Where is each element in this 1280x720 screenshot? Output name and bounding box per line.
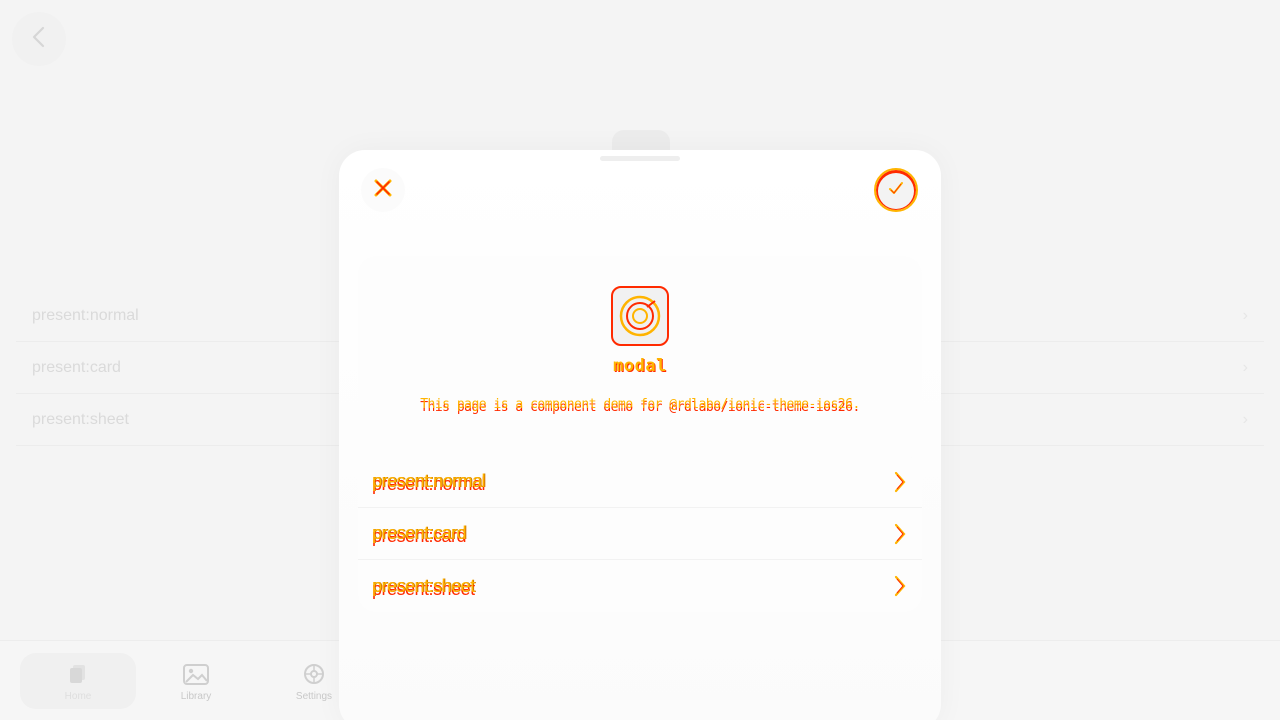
chevron-right-icon	[892, 522, 908, 546]
intro-card: modal This page is a component demo for …	[358, 256, 922, 436]
tab-label: Library	[180, 690, 212, 702]
close-button[interactable]	[361, 168, 405, 212]
chevron-right-icon: ›	[1242, 358, 1248, 376]
list-item-label: present:sheet	[32, 410, 129, 428]
modal-sheet: modal This page is a component demo for …	[339, 150, 941, 720]
confirm-button[interactable]	[874, 168, 918, 212]
checkmark-icon	[887, 179, 905, 202]
list-item-label: present:card	[372, 523, 467, 543]
modal-header	[339, 150, 941, 230]
tab-label: Settings	[295, 690, 333, 702]
modal-title: modal	[613, 356, 667, 376]
app-logo-icon	[611, 286, 669, 346]
back-button[interactable]	[12, 12, 66, 66]
image-icon	[183, 661, 209, 687]
tab-label: Home	[64, 690, 92, 702]
list-item-label: present:card	[32, 358, 121, 376]
present-options-list: present:normal present:card present:shee…	[358, 456, 922, 612]
list-item-label: present:sheet	[372, 575, 475, 596]
list-item-present-normal[interactable]: present:normal	[358, 456, 922, 508]
tab-home[interactable]: Home	[20, 653, 136, 709]
documents-icon	[65, 661, 91, 687]
list-item-present-sheet[interactable]: present:sheet	[358, 560, 922, 612]
chevron-right-icon: ›	[1242, 306, 1248, 324]
chevron-right-icon	[892, 470, 908, 494]
list-item-label: present:normal	[32, 306, 139, 324]
list-item-label: present:normal	[372, 471, 486, 491]
chevron-right-icon: ›	[1242, 410, 1248, 428]
tab-library[interactable]: Library	[138, 653, 254, 709]
gear-icon	[301, 661, 327, 687]
close-icon	[373, 178, 393, 203]
chevron-left-icon	[31, 26, 47, 53]
modal-description: This page is a component demo for @rdlab…	[420, 397, 860, 412]
chevron-right-icon	[892, 574, 908, 598]
list-item-present-card[interactable]: present:card	[358, 508, 922, 560]
